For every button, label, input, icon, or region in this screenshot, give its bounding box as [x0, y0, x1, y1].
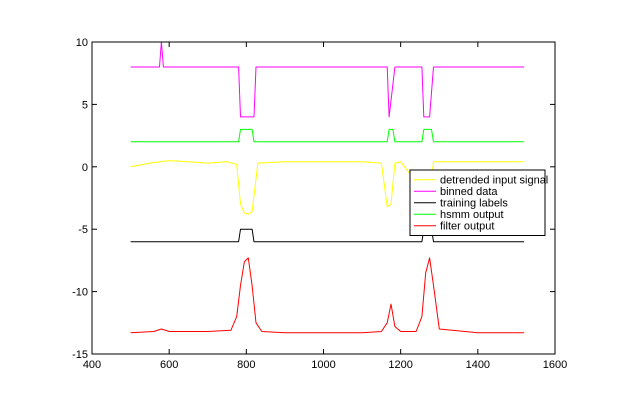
legend-label: hsmm output: [440, 209, 504, 221]
y-tick-label: 10: [76, 37, 88, 49]
x-tick-label: 1200: [388, 359, 412, 371]
x-tick-label: 1400: [466, 359, 490, 371]
y-tick-label: -10: [72, 287, 88, 299]
y-tick-label: 0: [82, 162, 88, 174]
legend-label: filter output: [440, 220, 494, 232]
y-tick-label: -15: [72, 349, 88, 361]
legend: detrended input signalbinned datatrainin…: [409, 169, 548, 236]
x-tick-label: 800: [237, 359, 255, 371]
line-chart: 400 600 800 1000 1200 1400 1600-15-10-50510 de…: [0, 0, 640, 400]
x-tick-label: 600: [160, 359, 178, 371]
x-tick-label: 1000: [311, 359, 335, 371]
legend-label: binned data: [440, 186, 498, 198]
x-tick-label: 1600: [543, 359, 567, 371]
legend-label: detrended input signal: [440, 174, 548, 186]
y-tick-label: -5: [78, 224, 88, 236]
legend-label: training labels: [440, 197, 508, 209]
y-tick-label: 5: [82, 99, 88, 111]
